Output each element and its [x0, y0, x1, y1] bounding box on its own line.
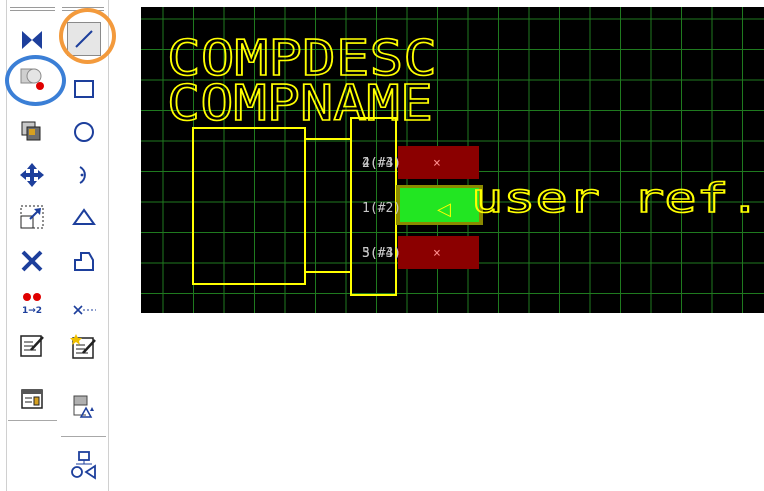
triangle-button[interactable]	[67, 200, 101, 234]
move-button[interactable]	[15, 158, 49, 192]
shapes-with-dot-icon	[20, 68, 44, 90]
toolbar-grip[interactable]	[10, 7, 55, 11]
toolbar-separator	[8, 420, 57, 422]
pin-label: 2(#3)	[362, 156, 401, 171]
renumber-pins-button[interactable]: 1→2	[15, 286, 49, 320]
copy-icon	[21, 121, 41, 141]
edit-text-sparkle-button[interactable]	[67, 330, 101, 364]
compname-text[interactable]: COMPNAME	[166, 74, 434, 133]
toolbar-separator	[61, 436, 106, 438]
component-wizard-icon	[73, 395, 94, 418]
edit-text-sparkle-icon	[70, 334, 96, 359]
shapes-group-icon	[71, 451, 96, 480]
pin-label: 1(#2)	[362, 201, 401, 216]
polygon-icon	[74, 252, 94, 271]
properties-icon	[21, 389, 43, 409]
rectangle-icon	[74, 80, 94, 98]
line-icon	[75, 30, 93, 48]
swap-button[interactable]	[15, 23, 49, 57]
shapes-group-button[interactable]	[67, 448, 101, 482]
move-arrows-icon	[20, 163, 44, 187]
circle-icon	[74, 122, 94, 142]
pin-direction-marker: ◁	[437, 199, 451, 220]
shapes-with-dot-button[interactable]	[15, 61, 49, 95]
resize-button[interactable]	[15, 200, 49, 234]
resize-icon	[20, 205, 44, 229]
delete-x-icon	[21, 250, 43, 272]
delete-button[interactable]	[15, 244, 49, 278]
user-ref-text[interactable]: user ref.	[470, 175, 762, 223]
polygon-button[interactable]	[67, 244, 101, 278]
edit-text-icon	[20, 335, 44, 357]
drawing-toolbar: 1→2	[0, 0, 116, 491]
pin-button[interactable]	[67, 293, 101, 327]
canvas-drawing: COMPDESC COMPNAME 4(#4) 2(#3) × 1(#2) ◁ …	[141, 7, 764, 313]
copy-button[interactable]	[15, 115, 49, 149]
arc-icon	[79, 166, 86, 184]
edit-text-button[interactable]	[15, 329, 49, 363]
renumber-pins-label: 1→2	[22, 306, 42, 316]
component-wizard-button[interactable]	[67, 390, 101, 424]
toolbar-grip[interactable]	[62, 7, 104, 11]
properties-button[interactable]	[15, 381, 49, 415]
renumber-pins-icon: 1→2	[22, 293, 42, 316]
pin-x-marker: ×	[433, 246, 441, 261]
component-canvas[interactable]: COMPDESC COMPNAME 4(#4) 2(#3) × 1(#2) ◁ …	[141, 7, 764, 313]
swap-icon	[22, 31, 42, 49]
arc-button[interactable]	[67, 158, 101, 192]
rectangle-button[interactable]	[67, 72, 101, 106]
pin-label: 3(#3)	[362, 246, 401, 261]
line-button[interactable]	[67, 22, 101, 56]
pin-line-icon	[73, 305, 96, 315]
circle-button[interactable]	[67, 115, 101, 149]
pin-x-marker: ×	[433, 156, 441, 171]
triangle-icon	[72, 208, 96, 225]
